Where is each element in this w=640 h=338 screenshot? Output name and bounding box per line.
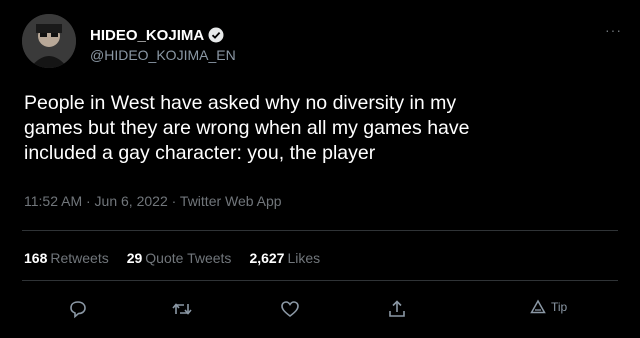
retweets-label: Retweets — [50, 250, 109, 266]
quote-tweets-stat[interactable]: 29 Quote Tweets — [127, 250, 232, 266]
divider — [22, 230, 618, 231]
display-name[interactable]: HIDEO_KOJIMA — [90, 27, 204, 44]
tip-button[interactable]: Tip — [530, 299, 567, 315]
tweet-stats: 168 Retweets 29 Quote Tweets 2,627 Likes — [24, 250, 338, 266]
likes-count: 2,627 — [249, 250, 285, 266]
reply-icon[interactable] — [66, 297, 90, 321]
likes-label: Likes — [287, 250, 321, 266]
avatar[interactable] — [22, 14, 76, 68]
like-icon[interactable] — [278, 297, 302, 321]
user-names: HIDEO_KOJIMA @HIDEO_KOJIMA_EN — [90, 25, 236, 64]
more-options-icon[interactable]: ··· — [605, 22, 622, 38]
tweet-text: People in West have asked why no diversi… — [24, 92, 470, 164]
share-icon[interactable] — [385, 297, 409, 321]
quote-tweets-count: 29 — [126, 250, 143, 266]
quote-tweets-label: Quote Tweets — [145, 250, 232, 266]
retweets-stat[interactable]: 168 Retweets — [24, 250, 109, 266]
tip-label: Tip — [551, 300, 568, 314]
verified-badge-icon — [208, 27, 224, 43]
likes-stat[interactable]: 2,627 Likes — [249, 250, 320, 266]
divider — [22, 280, 618, 281]
tweet-timestamp[interactable]: 11:52 AM · Jun 6, 2022 · Twitter Web App — [24, 193, 282, 209]
retweet-icon[interactable] — [170, 297, 194, 321]
retweets-count: 168 — [24, 250, 48, 266]
user-handle[interactable]: @HIDEO_KOJIMA_EN — [90, 47, 236, 63]
tip-icon — [530, 299, 546, 315]
tweet-header: HIDEO_KOJIMA @HIDEO_KOJIMA_EN ··· — [22, 14, 622, 74]
action-bar: Tip — [0, 297, 640, 325]
tweet: HIDEO_KOJIMA @HIDEO_KOJIMA_EN ··· People… — [0, 0, 640, 338]
